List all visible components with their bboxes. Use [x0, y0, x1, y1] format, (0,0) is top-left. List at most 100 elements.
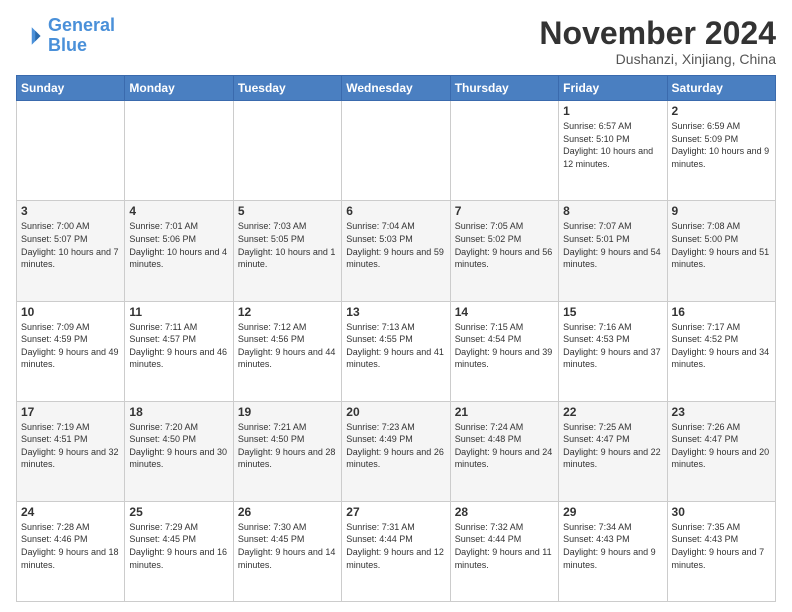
calendar-cell: 26Sunrise: 7:30 AM Sunset: 4:45 PM Dayli…	[233, 501, 341, 601]
day-number: 17	[21, 405, 120, 419]
calendar-cell: 2Sunrise: 6:59 AM Sunset: 5:09 PM Daylig…	[667, 101, 775, 201]
calendar-cell: 14 Sunrise: 7:15 AM Sunset: 4:54 PM Dayli…	[450, 301, 558, 401]
calendar-cell: 30 Sunrise: 7:35 AM Sunset: 4:43 PM Dayli…	[667, 501, 775, 601]
day-number: 3	[21, 204, 120, 218]
day-info: Sunrise: 7:07 AM Sunset: 5:01 PM Dayligh…	[563, 220, 662, 270]
day-info: Sunrise: 6:59 AM Sunset: 5:09 PM Dayligh…	[672, 120, 771, 170]
day-info: Sunrise: 7:00 AM Sunset: 5:07 PM Dayligh…	[21, 220, 120, 270]
day-info: Sunrise: 7:28 AM Sunset: 4:46 PM Dayligh…	[21, 521, 120, 571]
day-number: 6	[346, 204, 445, 218]
col-sunday: Sunday	[17, 76, 125, 101]
calendar-cell: 1Sunrise: 6:57 AM Sunset: 5:10 PM Daylig…	[559, 101, 667, 201]
day-number: 23	[672, 405, 771, 419]
calendar-cell: 6 Sunrise: 7:04 AM Sunset: 5:03 PM Daylig…	[342, 201, 450, 301]
calendar-week-4: 24 Sunrise: 7:28 AM Sunset: 4:46 PM Dayli…	[17, 501, 776, 601]
day-info: Sunrise: 7:25 AM Sunset: 4:47 PM Dayligh…	[563, 421, 662, 471]
calendar-cell	[342, 101, 450, 201]
day-number: 25	[129, 505, 228, 519]
logo-line1: General	[48, 15, 115, 35]
col-wednesday: Wednesday	[342, 76, 450, 101]
day-info: Sunrise: 7:12 AM Sunset: 4:56 PM Dayligh…	[238, 321, 337, 371]
calendar-cell: 22 Sunrise: 7:25 AM Sunset: 4:47 PM Dayli…	[559, 401, 667, 501]
logo-icon	[16, 22, 44, 50]
col-tuesday: Tuesday	[233, 76, 341, 101]
day-info: Sunrise: 7:16 AM Sunset: 4:53 PM Dayligh…	[563, 321, 662, 371]
calendar-cell: 25 Sunrise: 7:29 AM Sunset: 4:45 PM Dayli…	[125, 501, 233, 601]
day-info: Sunrise: 7:29 AM Sunset: 4:45 PM Dayligh…	[129, 521, 228, 571]
day-info: Sunrise: 7:01 AM Sunset: 5:06 PM Dayligh…	[129, 220, 228, 270]
day-number: 15	[563, 305, 662, 319]
calendar-week-2: 10Sunrise: 7:09 AM Sunset: 4:59 PM Dayli…	[17, 301, 776, 401]
calendar-cell	[233, 101, 341, 201]
col-saturday: Saturday	[667, 76, 775, 101]
calendar-cell: 17 Sunrise: 7:19 AM Sunset: 4:51 PM Dayli…	[17, 401, 125, 501]
calendar-cell: 29 Sunrise: 7:34 AM Sunset: 4:43 PM Dayli…	[559, 501, 667, 601]
day-number: 22	[563, 405, 662, 419]
logo: General Blue	[16, 16, 115, 56]
day-info: Sunrise: 7:24 AM Sunset: 4:48 PM Dayligh…	[455, 421, 554, 471]
col-monday: Monday	[125, 76, 233, 101]
day-number: 18	[129, 405, 228, 419]
title-block: November 2024 Dushanzi, Xinjiang, China	[539, 16, 776, 67]
day-info: Sunrise: 7:03 AM Sunset: 5:05 PM Dayligh…	[238, 220, 337, 270]
day-number: 10	[21, 305, 120, 319]
day-number: 14	[455, 305, 554, 319]
calendar-cell: 19 Sunrise: 7:21 AM Sunset: 4:50 PM Dayli…	[233, 401, 341, 501]
day-number: 27	[346, 505, 445, 519]
col-thursday: Thursday	[450, 76, 558, 101]
day-info: Sunrise: 7:34 AM Sunset: 4:43 PM Dayligh…	[563, 521, 662, 571]
header: General Blue November 2024 Dushanzi, Xin…	[16, 16, 776, 67]
day-number: 21	[455, 405, 554, 419]
calendar-cell	[450, 101, 558, 201]
day-info: Sunrise: 7:32 AM Sunset: 4:44 PM Dayligh…	[455, 521, 554, 571]
calendar-cell	[17, 101, 125, 201]
calendar-week-1: 3 Sunrise: 7:00 AM Sunset: 5:07 PM Daylig…	[17, 201, 776, 301]
day-number: 4	[129, 204, 228, 218]
day-number: 20	[346, 405, 445, 419]
calendar-cell: 9Sunrise: 7:08 AM Sunset: 5:00 PM Daylig…	[667, 201, 775, 301]
calendar-cell: 3 Sunrise: 7:00 AM Sunset: 5:07 PM Daylig…	[17, 201, 125, 301]
day-number: 12	[238, 305, 337, 319]
day-info: Sunrise: 7:08 AM Sunset: 5:00 PM Dayligh…	[672, 220, 771, 270]
day-number: 8	[563, 204, 662, 218]
calendar-cell: 4 Sunrise: 7:01 AM Sunset: 5:06 PM Daylig…	[125, 201, 233, 301]
day-number: 5	[238, 204, 337, 218]
day-info: Sunrise: 7:30 AM Sunset: 4:45 PM Dayligh…	[238, 521, 337, 571]
logo-line2: Blue	[48, 35, 87, 55]
day-number: 30	[672, 505, 771, 519]
calendar-cell	[125, 101, 233, 201]
calendar-cell: 16Sunrise: 7:17 AM Sunset: 4:52 PM Dayli…	[667, 301, 775, 401]
calendar-cell: 13Sunrise: 7:13 AM Sunset: 4:55 PM Dayli…	[342, 301, 450, 401]
calendar-cell: 20Sunrise: 7:23 AM Sunset: 4:49 PM Dayli…	[342, 401, 450, 501]
day-info: Sunrise: 7:05 AM Sunset: 5:02 PM Dayligh…	[455, 220, 554, 270]
calendar-cell: 5 Sunrise: 7:03 AM Sunset: 5:05 PM Daylig…	[233, 201, 341, 301]
day-number: 19	[238, 405, 337, 419]
day-number: 13	[346, 305, 445, 319]
day-number: 24	[21, 505, 120, 519]
day-info: Sunrise: 7:20 AM Sunset: 4:50 PM Dayligh…	[129, 421, 228, 471]
day-number: 29	[563, 505, 662, 519]
calendar-cell: 23Sunrise: 7:26 AM Sunset: 4:47 PM Dayli…	[667, 401, 775, 501]
calendar-cell: 18 Sunrise: 7:20 AM Sunset: 4:50 PM Dayli…	[125, 401, 233, 501]
calendar-cell: 15 Sunrise: 7:16 AM Sunset: 4:53 PM Dayli…	[559, 301, 667, 401]
day-info: Sunrise: 7:15 AM Sunset: 4:54 PM Dayligh…	[455, 321, 554, 371]
calendar-header-row: Sunday Monday Tuesday Wednesday Thursday…	[17, 76, 776, 101]
day-info: Sunrise: 6:57 AM Sunset: 5:10 PM Dayligh…	[563, 120, 662, 170]
day-info: Sunrise: 7:21 AM Sunset: 4:50 PM Dayligh…	[238, 421, 337, 471]
calendar-cell: 27Sunrise: 7:31 AM Sunset: 4:44 PM Dayli…	[342, 501, 450, 601]
day-number: 16	[672, 305, 771, 319]
calendar-cell: 24 Sunrise: 7:28 AM Sunset: 4:46 PM Dayli…	[17, 501, 125, 601]
calendar-cell: 11Sunrise: 7:11 AM Sunset: 4:57 PM Dayli…	[125, 301, 233, 401]
day-number: 11	[129, 305, 228, 319]
calendar-week-3: 17 Sunrise: 7:19 AM Sunset: 4:51 PM Dayli…	[17, 401, 776, 501]
col-friday: Friday	[559, 76, 667, 101]
location: Dushanzi, Xinjiang, China	[539, 51, 776, 67]
day-info: Sunrise: 7:04 AM Sunset: 5:03 PM Dayligh…	[346, 220, 445, 270]
calendar-cell: 12 Sunrise: 7:12 AM Sunset: 4:56 PM Dayli…	[233, 301, 341, 401]
day-info: Sunrise: 7:19 AM Sunset: 4:51 PM Dayligh…	[21, 421, 120, 471]
calendar-cell: 21 Sunrise: 7:24 AM Sunset: 4:48 PM Dayli…	[450, 401, 558, 501]
calendar-cell: 7Sunrise: 7:05 AM Sunset: 5:02 PM Daylig…	[450, 201, 558, 301]
day-info: Sunrise: 7:35 AM Sunset: 4:43 PM Dayligh…	[672, 521, 771, 571]
calendar-table: Sunday Monday Tuesday Wednesday Thursday…	[16, 75, 776, 602]
logo-text: General Blue	[48, 16, 115, 56]
